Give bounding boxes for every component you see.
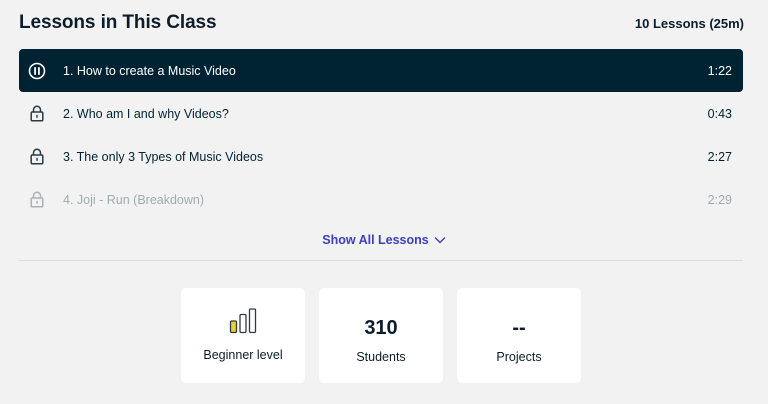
lesson-row-2[interactable]: 2. Who am I and why Videos? 0:43	[19, 92, 743, 135]
chevron-down-icon	[434, 236, 446, 244]
pause-icon[interactable]	[19, 62, 55, 80]
lesson-title: 4. Joji - Run (Breakdown)	[63, 192, 205, 207]
projects-count: --	[512, 317, 526, 339]
students-card: 310 Students	[319, 288, 443, 383]
projects-label: Projects	[496, 350, 542, 364]
lessons-header: Lessons in This Class 10 Lessons (25m)	[19, 8, 744, 38]
lessons-panel: Lessons in This Class 10 Lessons (25m) 1…	[0, 0, 768, 404]
lesson-list: 1. How to create a Music Video 1:22 2. W…	[19, 49, 743, 221]
projects-card: -- Projects	[457, 288, 581, 383]
lock-icon	[19, 191, 55, 208]
show-all-label: Show All Lessons	[322, 233, 429, 247]
level-label: Beginner level	[203, 348, 283, 362]
lesson-title: 2. Who am I and why Videos?	[63, 106, 229, 121]
lesson-title: 3. The only 3 Types of Music Videos	[63, 149, 264, 164]
lesson-duration: 2:27	[707, 149, 732, 164]
show-all-lessons-button[interactable]: Show All Lessons	[0, 229, 768, 251]
lock-icon	[19, 148, 55, 165]
section-divider	[19, 260, 743, 261]
lesson-title: 1. How to create a Music Video	[63, 63, 236, 78]
level-card: Beginner level	[181, 288, 305, 383]
class-stats: Beginner level 310 Students -- Projects	[181, 288, 581, 383]
lesson-row-1[interactable]: 1. How to create a Music Video 1:22	[19, 49, 743, 92]
lesson-duration: 0:43	[707, 106, 732, 121]
lessons-count: 10 Lessons (25m)	[634, 15, 744, 31]
lesson-duration: 2:29	[707, 192, 732, 207]
level-bars-icon	[229, 288, 257, 334]
lesson-row-4[interactable]: 4. Joji - Run (Breakdown) 2:29	[19, 178, 743, 221]
students-count: 310	[364, 317, 398, 339]
lesson-duration: 1:22	[707, 63, 732, 78]
students-label: Students	[356, 350, 406, 364]
lesson-row-3[interactable]: 3. The only 3 Types of Music Videos 2:27	[19, 135, 743, 178]
lock-icon	[19, 105, 55, 122]
section-title: Lessons in This Class	[19, 12, 217, 33]
